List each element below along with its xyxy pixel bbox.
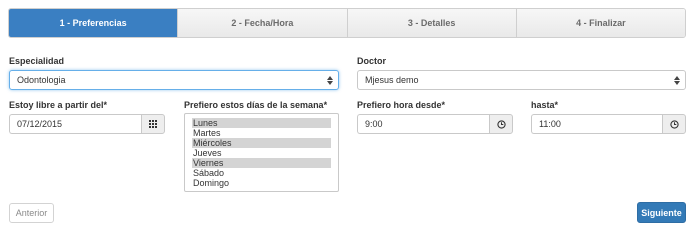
siguiente-button[interactable]: Siguiente (637, 202, 686, 223)
dia-option-jueves[interactable]: Jueves (192, 148, 331, 158)
clock-icon (669, 119, 679, 129)
dia-option-miercoles[interactable]: Miércoles (192, 138, 331, 148)
dias-label: Prefiero estos días de la semana* (184, 100, 328, 110)
fecha-input-group: 07/12/2015 (9, 114, 165, 134)
clock-icon (496, 119, 506, 129)
doctor-value: Mjesus demo (365, 75, 419, 85)
hora-desde-label: Prefiero hora desde* (357, 100, 446, 110)
fecha-input[interactable]: 07/12/2015 (9, 114, 141, 134)
dia-option-sabado[interactable]: Sábado (192, 168, 331, 178)
especialidad-value: Odontologia (17, 75, 66, 85)
fecha-label: Estoy libre a partir del* (9, 100, 108, 110)
wizard-steps: 1 - Preferencias 2 - Fecha/Hora 3 - Deta… (8, 8, 686, 38)
hora-desde-clock-button[interactable] (489, 114, 513, 134)
wizard-step-fecha-hora[interactable]: 2 - Fecha/Hora (177, 9, 347, 37)
calendar-button[interactable] (141, 114, 165, 134)
wizard-step-preferencias[interactable]: 1 - Preferencias (9, 9, 178, 37)
calendar-grid-icon (149, 120, 157, 128)
dias-multiselect[interactable]: Lunes Martes Miércoles Jueves Viernes Sá… (184, 113, 339, 192)
hora-hasta-label: hasta* (531, 100, 559, 110)
especialidad-select[interactable]: Odontologia (9, 70, 339, 90)
especialidad-label: Especialidad (9, 56, 65, 66)
hora-hasta-input-group: 11:00 (531, 114, 686, 134)
wizard-step-finalizar[interactable]: 4 - Finalizar (515, 9, 685, 37)
doctor-label: Doctor (357, 56, 386, 66)
hora-hasta-clock-button[interactable] (662, 114, 686, 134)
dia-option-martes[interactable]: Martes (192, 128, 331, 138)
hora-hasta-input[interactable]: 11:00 (531, 114, 662, 134)
select-arrows-icon (673, 75, 680, 86)
wizard-step-detalles[interactable]: 3 - Detalles (346, 9, 516, 37)
anterior-button[interactable]: Anterior (9, 203, 54, 223)
doctor-select[interactable]: Mjesus demo (357, 70, 686, 90)
hora-desde-input-group: 9:00 (357, 114, 513, 134)
select-arrows-icon (326, 75, 333, 86)
hora-desde-input[interactable]: 9:00 (357, 114, 489, 134)
dia-option-domingo[interactable]: Domingo (192, 178, 331, 188)
dia-option-viernes[interactable]: Viernes (192, 158, 331, 168)
dia-option-lunes[interactable]: Lunes (192, 118, 331, 128)
